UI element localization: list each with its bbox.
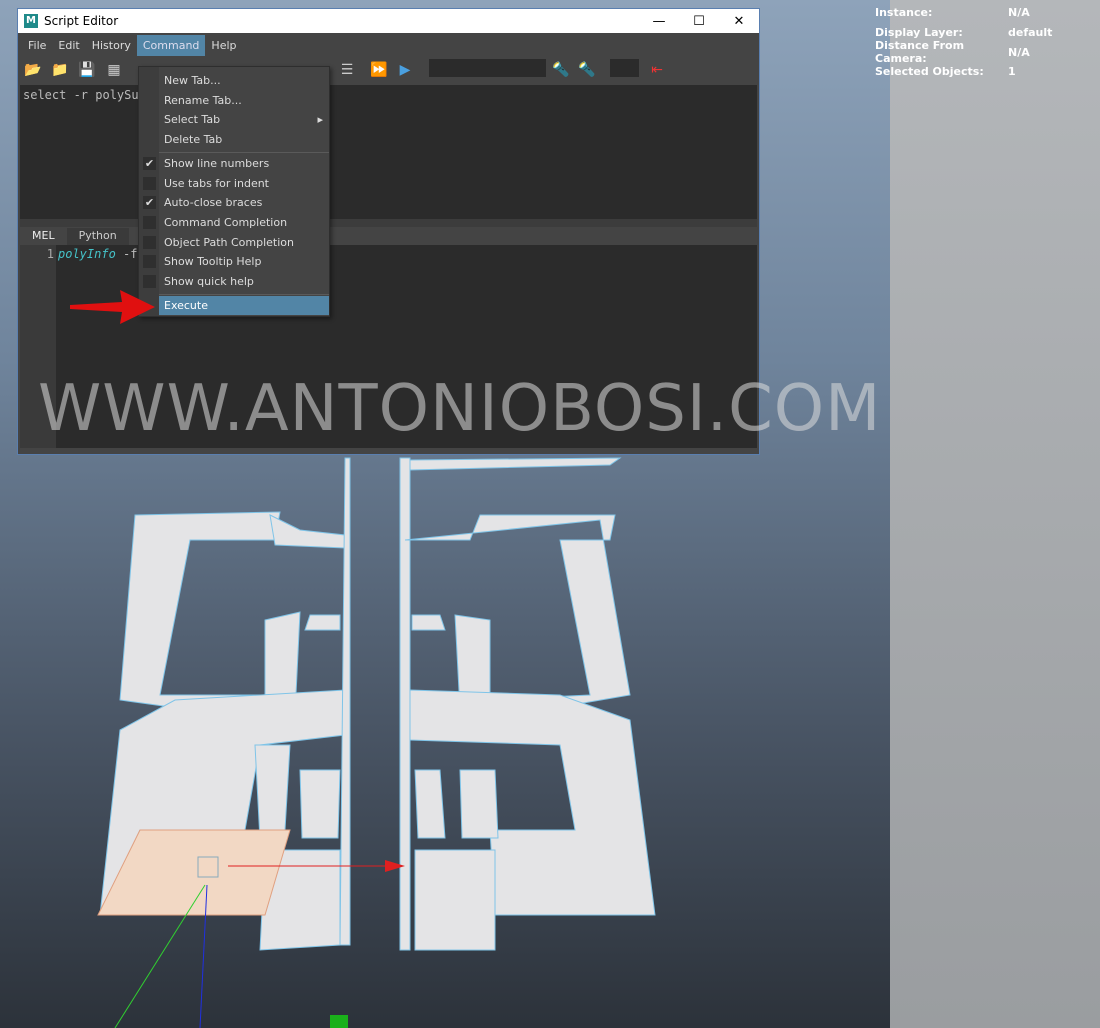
green-marker <box>330 1015 348 1028</box>
menu-help[interactable]: Help <box>205 35 242 56</box>
heads-up-display: Instance: N/A Display Layer: default Dista… <box>875 3 1052 82</box>
menu-item-rename-tab[interactable]: Rename Tab... <box>139 91 329 110</box>
execute-icon[interactable]: ▶ <box>396 61 414 79</box>
code-args: -f <box>115 247 138 261</box>
maximize-button[interactable]: ☐ <box>679 14 719 29</box>
hud-value: N/A <box>1008 45 1030 59</box>
menu-item-label: Object Path Completion <box>164 236 294 249</box>
checkbox-icon <box>143 236 156 249</box>
history-text: select -r polySu <box>23 88 139 102</box>
save-to-shelf-icon[interactable]: ▦ <box>105 61 123 79</box>
wall <box>304 614 341 631</box>
maya-logo-icon: M <box>24 14 38 28</box>
wall <box>459 769 499 839</box>
hud-label: Instance: <box>875 6 933 20</box>
menu-item-label: Delete Tab <box>164 133 223 146</box>
menu-item-label: New Tab... <box>164 74 221 87</box>
hud-value: 1 <box>1008 65 1016 79</box>
menu-item-label: Rename Tab... <box>164 94 242 107</box>
menu-bar: File Edit History Command Help <box>18 33 759 57</box>
open-script-icon[interactable]: 📂 <box>24 61 42 79</box>
checkmark-icon: ✔ <box>143 157 156 170</box>
source-script-icon[interactable]: 📁 <box>51 61 69 79</box>
minimize-button[interactable]: — <box>639 14 679 29</box>
hud-label: Selected Objects: <box>875 65 984 79</box>
wall <box>414 769 446 839</box>
hud-value: N/A <box>1008 6 1030 20</box>
menu-item-object-path-completion[interactable]: Object Path Completion <box>139 233 329 252</box>
menu-item-show-tooltip-help[interactable]: Show Tooltip Help <box>139 252 329 271</box>
hud-label: Distance From Camera: <box>875 39 965 66</box>
tab-mel[interactable]: MEL <box>20 228 67 245</box>
wall <box>414 849 496 951</box>
menu-item-label: Show quick help <box>164 275 254 288</box>
search-down-icon[interactable]: 🔦 <box>552 61 570 79</box>
attribute-panel <box>890 0 1100 1028</box>
editor-tabs: MEL Python <box>20 228 129 245</box>
wall <box>409 457 622 471</box>
command-menu: New Tab... Rename Tab... Select Tab ▸ Del… <box>138 66 330 317</box>
menu-item-show-line-numbers[interactable]: ✔ Show line numbers <box>139 154 329 173</box>
checkbox-icon <box>143 275 156 288</box>
menu-command[interactable]: Command <box>136 34 206 56</box>
checkbox-icon <box>143 216 156 229</box>
menu-file[interactable]: File <box>22 35 52 56</box>
wall <box>411 614 446 631</box>
menu-item-label: Select Tab <box>164 113 221 126</box>
menu-history[interactable]: History <box>86 35 137 56</box>
title-bar[interactable]: M Script Editor — ☐ ✕ <box>18 9 759 33</box>
menu-edit[interactable]: Edit <box>52 35 85 56</box>
history-output-pane[interactable]: select -r polySu <box>20 85 757 219</box>
goto-line-input[interactable] <box>610 59 639 77</box>
goto-line-icon[interactable]: ⇤ <box>648 61 666 79</box>
menu-item-label: Show Tooltip Help <box>164 255 262 268</box>
toolbar: 📂 📁 💾 ▦ ☰ ⏩ ▶ 🔦 🔦 ⇤ <box>18 57 759 83</box>
menu-item-command-completion[interactable]: Command Completion <box>139 213 329 232</box>
search-up-icon[interactable]: 🔦 <box>578 61 596 79</box>
menu-item-use-tabs-for-indent[interactable]: Use tabs for indent <box>139 174 329 193</box>
wall <box>119 511 281 721</box>
code-keyword: polyInfo <box>58 247 116 261</box>
watermark: WWW.ANTONIOBOSI.COM <box>38 372 882 446</box>
menu-separator <box>159 294 329 295</box>
pane-splitter[interactable] <box>20 219 757 227</box>
menu-item-label: Command Completion <box>164 216 288 229</box>
tab-python[interactable]: Python <box>66 228 129 245</box>
hud-label: Display Layer: <box>875 26 963 40</box>
menu-item-label: Auto-close braces <box>164 196 263 209</box>
submenu-arrow-icon: ▸ <box>317 113 323 126</box>
wall <box>254 744 291 841</box>
code-line: polyInfo -f <box>58 247 137 261</box>
menu-item-auto-close-braces[interactable]: ✔ Auto-close braces <box>139 193 329 212</box>
checkbox-icon <box>143 255 156 268</box>
red-arrow-annotation <box>70 290 155 324</box>
menu-item-label: Execute <box>164 299 208 312</box>
close-button[interactable]: ✕ <box>719 14 759 29</box>
line-numbers-icon[interactable]: ☰ <box>338 61 356 79</box>
execute-all-icon[interactable]: ⏩ <box>370 61 388 79</box>
menu-item-label: Use tabs for indent <box>164 177 269 190</box>
save-script-icon[interactable]: 💾 <box>78 61 96 79</box>
checkbox-icon <box>143 177 156 190</box>
menu-item-label: Show line numbers <box>164 157 270 170</box>
search-input[interactable] <box>429 59 546 77</box>
menu-item-show-quick-help[interactable]: Show quick help <box>139 272 329 291</box>
menu-separator <box>159 152 329 153</box>
hud-value: default <box>1008 26 1053 40</box>
menu-item-select-tab[interactable]: Select Tab ▸ <box>139 110 329 129</box>
menu-item-new-tab[interactable]: New Tab... <box>139 71 329 90</box>
window-title: Script Editor <box>44 14 119 28</box>
menu-item-delete-tab[interactable]: Delete Tab <box>139 130 329 149</box>
wall <box>299 769 341 839</box>
checkmark-icon: ✔ <box>143 196 156 209</box>
wall <box>399 457 411 951</box>
menu-item-execute[interactable]: Execute <box>159 296 329 315</box>
wall <box>269 514 346 549</box>
